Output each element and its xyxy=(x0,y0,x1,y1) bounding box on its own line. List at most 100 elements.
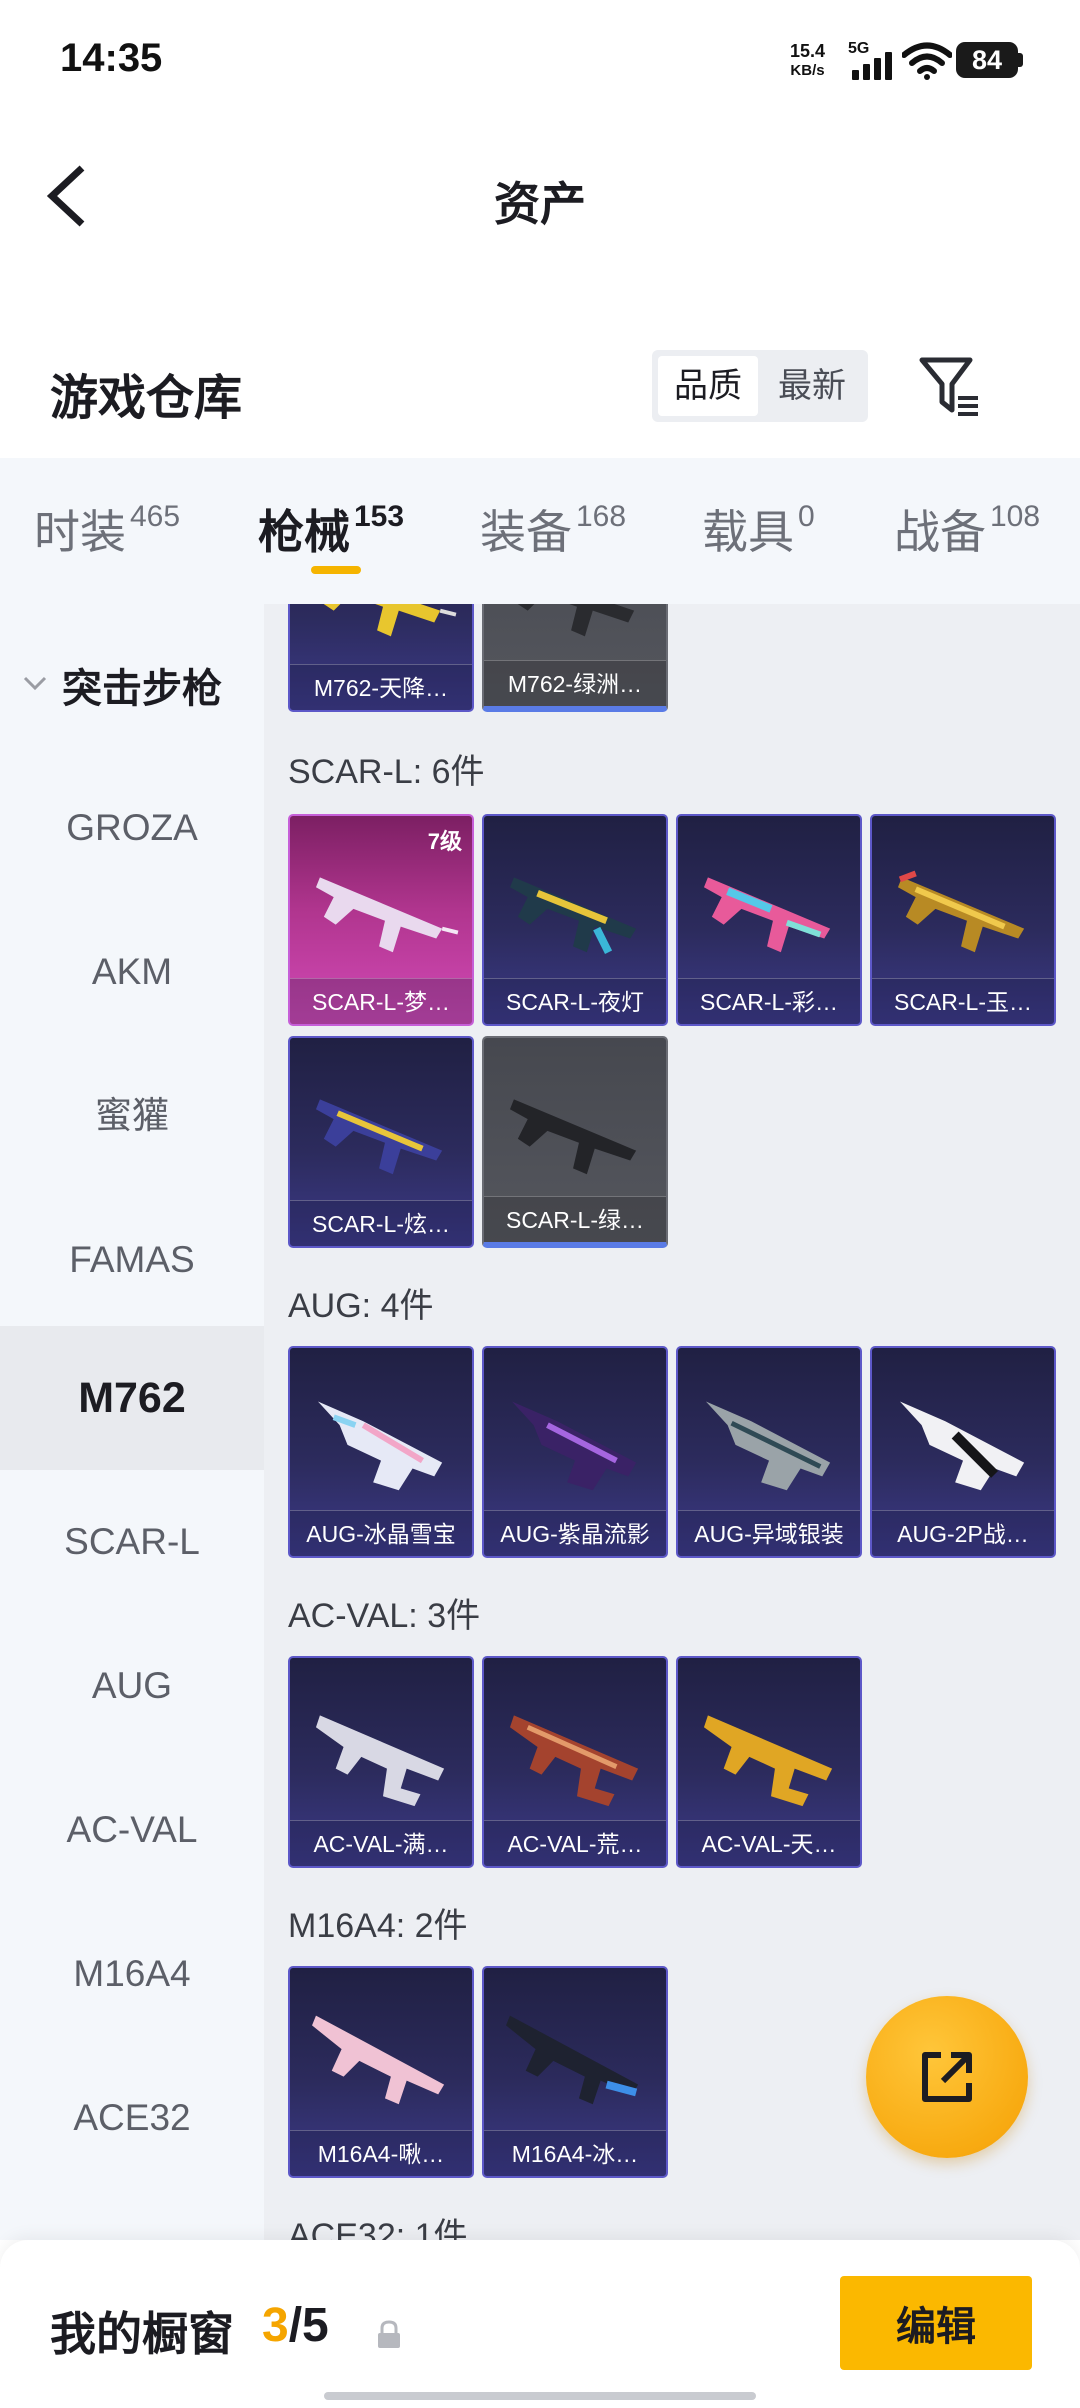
weapon-card[interactable]: AUG-紫晶流影 xyxy=(482,1346,668,1558)
tab-count: 0 xyxy=(798,500,815,533)
group-title-scar-l: SCAR-L: 6件 xyxy=(288,753,485,791)
group-title-ac-val: AC-VAL: 3件 xyxy=(288,1597,481,1635)
tab-label: 装备 xyxy=(480,506,572,558)
sidebar-item-m16a4[interactable]: M16A4 xyxy=(0,1902,264,2046)
showcase-label: 我的橱窗 xyxy=(50,2308,234,2360)
rifle-icon xyxy=(509,1099,637,1175)
weapon-card[interactable]: M762-绿洲… xyxy=(482,604,668,712)
weapon-card[interactable]: M762-天降… xyxy=(288,604,474,712)
weapon-name: AUG-2P战… xyxy=(872,1510,1054,1556)
sidebar-item-aug[interactable]: AUG xyxy=(0,1614,264,1758)
network-speed-unit: KB/s xyxy=(790,62,825,79)
sidebar-item-honey-badger[interactable]: 蜜獾 xyxy=(0,1044,264,1188)
weapon-card[interactable]: AUG-异域银装 xyxy=(676,1346,862,1558)
tab-equipment[interactable]: 装备 168 xyxy=(480,496,626,562)
tab-label: 载具 xyxy=(702,506,794,558)
showcase-bar: 我的橱窗 3/5 编辑 xyxy=(0,2240,1080,2408)
tab-label: 枪械 xyxy=(258,506,350,558)
sort-toggle: 品质 最新 xyxy=(652,350,868,422)
share-external-icon xyxy=(922,2052,972,2102)
rifle-icon xyxy=(509,1715,639,1807)
weapon-grid: M762-天降… M762-绿洲… SCAR-L: 6件 7级 SCAR-L-梦… xyxy=(264,604,1080,2240)
network-speed-value: 15.4 xyxy=(790,41,826,61)
edit-button[interactable]: 编辑 xyxy=(840,2276,1032,2370)
rifle-icon xyxy=(703,877,831,953)
rifle-icon xyxy=(511,1401,637,1491)
share-fab[interactable] xyxy=(866,1996,1028,2158)
rifle-icon xyxy=(509,877,637,955)
rifle-icon xyxy=(315,1715,445,1807)
tab-label: 时装 xyxy=(34,506,126,558)
tab-fashion[interactable]: 时装 465 xyxy=(34,496,180,562)
rifle-icon xyxy=(315,877,459,953)
rifle-icon xyxy=(315,1099,443,1175)
group-title-m16a4: M16A4: 2件 xyxy=(288,1907,468,1945)
group-title-aug: AUG: 4件 xyxy=(288,1287,434,1325)
tab-count: 108 xyxy=(990,500,1041,533)
sidebar-item-ace32[interactable]: ACE32 xyxy=(0,2046,264,2190)
showcase-total: 5 xyxy=(302,2299,329,2352)
rifle-icon xyxy=(323,604,457,637)
battery-tip xyxy=(1018,53,1023,67)
sidebar-item-m762[interactable]: M762 xyxy=(0,1326,264,1470)
weapon-name: M762-天降… xyxy=(290,664,472,710)
weapon-name: SCAR-L-玉… xyxy=(872,978,1054,1024)
tab-weapons[interactable]: 枪械 153 xyxy=(258,496,404,562)
section-title: 游戏仓库 xyxy=(50,372,243,425)
lock-icon xyxy=(378,2320,400,2348)
weapon-name: SCAR-L-夜灯 xyxy=(484,978,666,1024)
filter-icon[interactable] xyxy=(918,354,982,420)
tab-count: 168 xyxy=(576,500,627,533)
weapon-card[interactable]: AUG-2P战… xyxy=(870,1346,1056,1558)
weapon-name: AC-VAL-天… xyxy=(678,1820,860,1866)
wifi-icon xyxy=(902,42,952,80)
sidebar-item-groza[interactable]: GROZA xyxy=(0,756,264,900)
weapon-card[interactable]: M16A4-冰… xyxy=(482,1966,668,2178)
weapon-card[interactable]: 7级 SCAR-L-梦… xyxy=(288,814,474,1026)
weapon-card[interactable]: SCAR-L-夜灯 xyxy=(482,814,668,1026)
showcase-separator: / xyxy=(288,2299,303,2352)
weapon-card[interactable]: SCAR-L-玉… xyxy=(870,814,1056,1026)
category-tabs: 时装 465 枪械 153 装备 168 载具 0 战备 108 xyxy=(0,458,1080,604)
rifle-icon xyxy=(312,2015,445,2105)
weapon-name: M762-绿洲… xyxy=(484,660,666,706)
rifle-icon xyxy=(703,1715,833,1807)
weapon-name: SCAR-L-绿… xyxy=(484,1196,666,1242)
chevron-down-icon xyxy=(23,676,47,691)
page-title: 资产 xyxy=(494,178,586,230)
weapon-name: AC-VAL-荒… xyxy=(484,1820,666,1866)
rifle-icon xyxy=(517,604,635,637)
weapon-name: AC-VAL-满… xyxy=(290,1820,472,1866)
weapon-name: AUG-冰晶雪宝 xyxy=(290,1510,472,1556)
weapon-card[interactable]: SCAR-L-彩… xyxy=(676,814,862,1026)
status-bar: 14:35 15.4 KB/s 5G 84 xyxy=(0,0,1080,120)
rifle-icon xyxy=(506,2015,639,2105)
showcase-current: 3 xyxy=(262,2299,289,2352)
sidebar-group-assault-rifles[interactable]: 突击步枪 xyxy=(0,644,264,724)
weapon-card[interactable]: M16A4-啾… xyxy=(288,1966,474,2178)
sidebar-item-ac-val[interactable]: AC-VAL xyxy=(0,1758,264,1902)
tab-count: 465 xyxy=(130,500,181,533)
weapon-card[interactable]: SCAR-L-炫… xyxy=(288,1036,474,1248)
tab-vehicles[interactable]: 载具 0 xyxy=(702,496,815,562)
weapon-card[interactable]: AUG-冰晶雪宝 xyxy=(288,1346,474,1558)
weapon-type-sidebar: 突击步枪 GROZA AKM 蜜獾 FAMAS M762 SCAR-L AUG … xyxy=(0,604,264,2240)
sidebar-item-famas[interactable]: FAMAS xyxy=(0,1188,264,1332)
weapon-name: M16A4-冰… xyxy=(484,2130,666,2176)
home-indicator xyxy=(324,2392,756,2400)
weapon-card[interactable]: SCAR-L-绿… xyxy=(482,1036,668,1248)
tab-supplies[interactable]: 战备 108 xyxy=(894,496,1040,562)
tab-count: 153 xyxy=(354,500,405,533)
weapon-card[interactable]: AC-VAL-天… xyxy=(676,1656,862,1868)
group-title-ace32: ACE32: 1件 xyxy=(288,2217,468,2240)
sidebar-item-scar-l[interactable]: SCAR-L xyxy=(0,1470,264,1614)
weapon-card[interactable]: AC-VAL-荒… xyxy=(482,1656,668,1868)
sort-quality-button[interactable]: 品质 xyxy=(658,356,758,416)
rifle-icon xyxy=(899,1401,1025,1491)
weapon-name: SCAR-L-梦… xyxy=(290,978,472,1024)
rifle-icon xyxy=(317,1401,443,1491)
sidebar-item-akm[interactable]: AKM xyxy=(0,900,264,1044)
sort-newest-button[interactable]: 最新 xyxy=(762,356,862,416)
sidebar-group-label: 突击步枪 xyxy=(62,667,222,711)
weapon-card[interactable]: AC-VAL-满… xyxy=(288,1656,474,1868)
